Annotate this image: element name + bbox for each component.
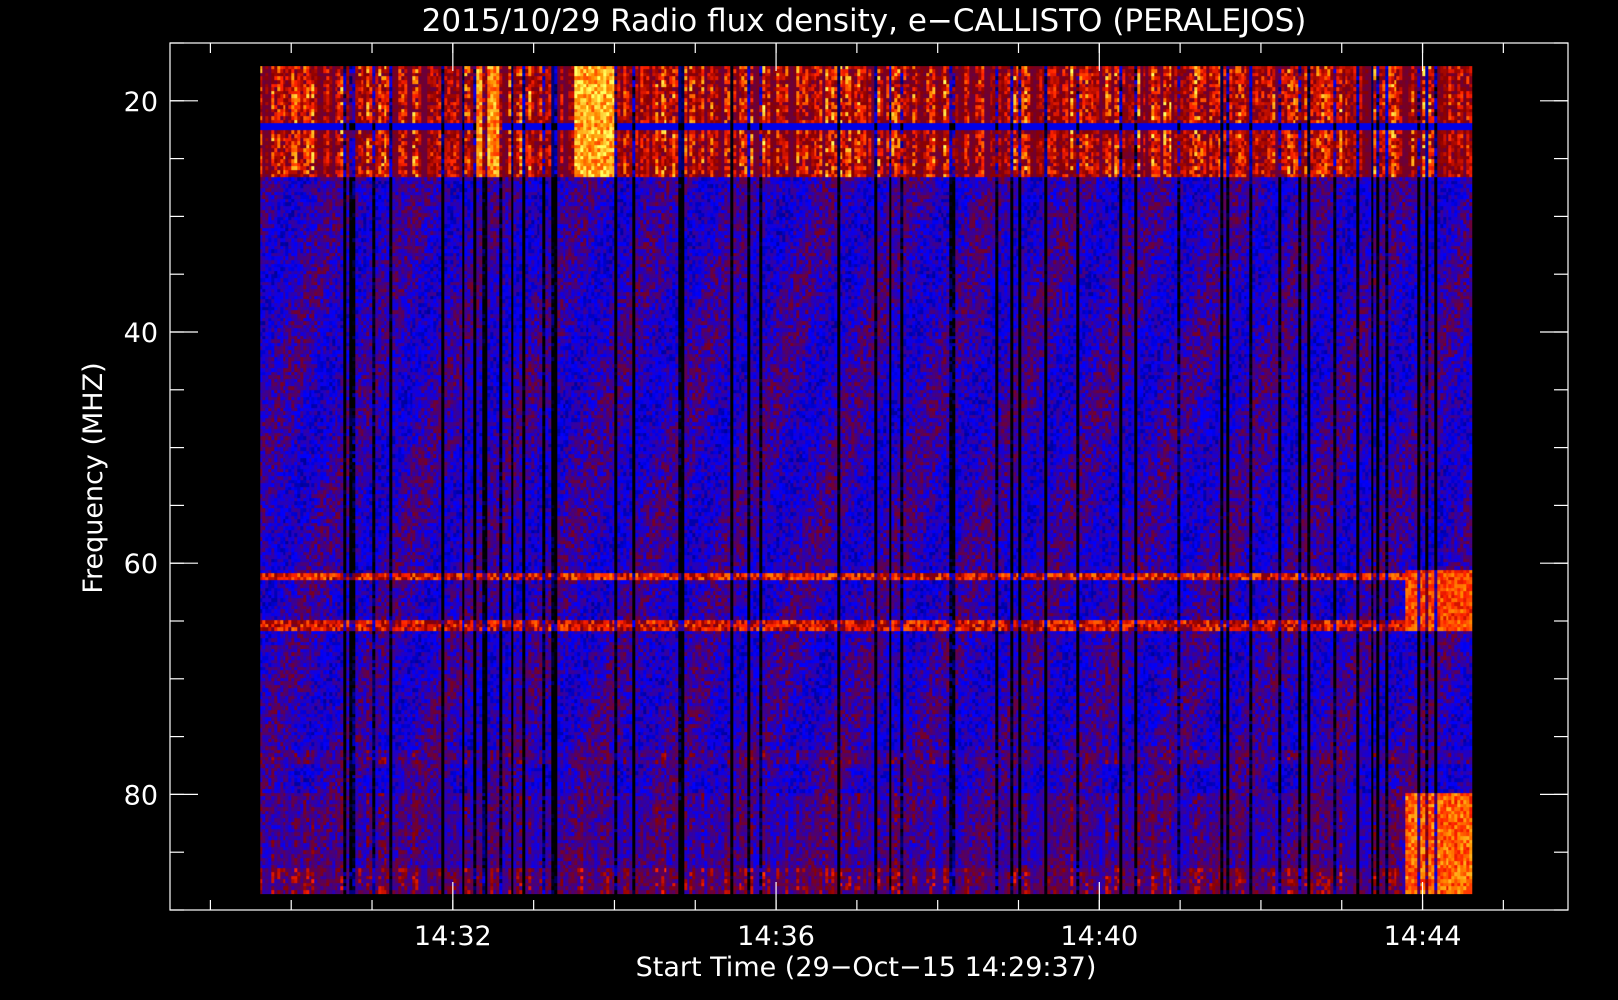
x-tick-label: 14:32: [414, 921, 492, 952]
spectrogram-chart: 14:32 14:36 14:40 14:44 20 40 60 80 2015/10/29 …: [0, 0, 1618, 1000]
x-tick-label: 14:40: [1060, 921, 1138, 952]
y-tick-label: 40: [124, 318, 158, 349]
y-tick-label: 20: [124, 87, 158, 118]
chart-title: 2015/10/29 Radio flux density, e−CALLIST…: [422, 3, 1307, 39]
y-tick-label: 80: [124, 780, 158, 811]
heatmap-layer: [260, 66, 1473, 895]
x-tick-label: 14:44: [1384, 921, 1462, 952]
x-axis-label: Start Time (29−Oct−15 14:29:37): [636, 952, 1097, 983]
y-axis-label: Frequency (MHZ): [78, 362, 109, 593]
spectrogram-image: [260, 66, 1473, 895]
y-tick-label: 60: [124, 549, 158, 580]
x-tick-label: 14:36: [737, 921, 815, 952]
